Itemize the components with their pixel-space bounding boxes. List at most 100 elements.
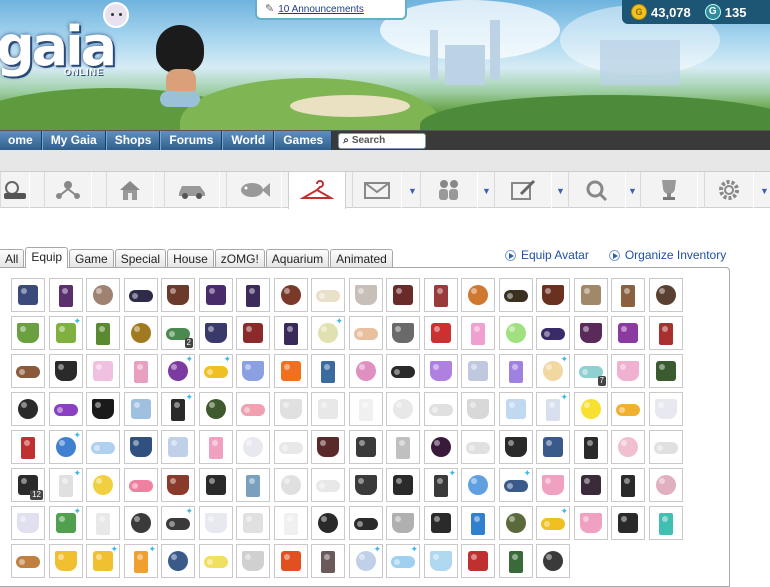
- inventory-item[interactable]: [574, 468, 608, 502]
- inventory-item[interactable]: ✦: [311, 316, 345, 350]
- settings-dropdown-arrow-icon[interactable]: ▼: [760, 186, 769, 196]
- inventory-item[interactable]: [461, 506, 495, 540]
- inventory-item[interactable]: [311, 392, 345, 426]
- inventory-item[interactable]: [536, 430, 570, 464]
- inventory-item[interactable]: ✦: [199, 354, 233, 388]
- inventory-item[interactable]: [386, 316, 420, 350]
- mail-icon[interactable]: [352, 172, 402, 208]
- car-icon[interactable]: [164, 172, 220, 208]
- inventory-item[interactable]: [124, 354, 158, 388]
- inventory-item[interactable]: [349, 392, 383, 426]
- inventory-item[interactable]: [461, 468, 495, 502]
- tab-aquarium[interactable]: Aquarium: [265, 249, 330, 268]
- inventory-item[interactable]: [536, 544, 570, 578]
- inventory-item[interactable]: [274, 430, 308, 464]
- inventory-item[interactable]: [49, 392, 83, 426]
- inventory-item[interactable]: [124, 316, 158, 350]
- tab-house[interactable]: House: [167, 249, 214, 268]
- tab-equip[interactable]: Equip: [25, 247, 69, 268]
- tab-all[interactable]: All: [0, 249, 25, 268]
- search-quest-icon[interactable]: [568, 172, 626, 208]
- inventory-item[interactable]: [611, 392, 645, 426]
- inventory-item[interactable]: [199, 278, 233, 312]
- inventory-item[interactable]: [11, 506, 45, 540]
- inventory-item[interactable]: [574, 430, 608, 464]
- friends-network-icon[interactable]: [44, 172, 92, 208]
- nav-home[interactable]: ome: [0, 130, 42, 151]
- settings-gear-icon[interactable]: [704, 172, 754, 208]
- inventory-item[interactable]: ✦: [161, 392, 195, 426]
- inventory-item[interactable]: [86, 468, 120, 502]
- nav-shops[interactable]: Shops: [105, 130, 161, 151]
- inventory-item[interactable]: [461, 544, 495, 578]
- inventory-item[interactable]: [199, 506, 233, 540]
- inventory-item[interactable]: [311, 430, 345, 464]
- nav-my-gaia[interactable]: My Gaia: [41, 130, 106, 151]
- inventory-item[interactable]: [49, 354, 83, 388]
- inventory-item[interactable]: ✦: [536, 354, 570, 388]
- inventory-item[interactable]: ✦: [86, 544, 120, 578]
- inventory-item[interactable]: [236, 544, 270, 578]
- inventory-item[interactable]: [386, 278, 420, 312]
- inventory-item[interactable]: [236, 354, 270, 388]
- user-avatar[interactable]: [150, 25, 210, 110]
- inventory-item[interactable]: [161, 468, 195, 502]
- inventory-item[interactable]: [611, 354, 645, 388]
- search-input[interactable]: ⌕ Search: [338, 132, 427, 149]
- inventory-item[interactable]: [311, 278, 345, 312]
- inventory-item[interactable]: [11, 544, 45, 578]
- inventory-item[interactable]: [199, 544, 233, 578]
- inventory-item[interactable]: [649, 354, 683, 388]
- tab-zomg[interactable]: zOMG!: [214, 249, 265, 268]
- inventory-item[interactable]: [386, 354, 420, 388]
- house-icon[interactable]: [106, 172, 154, 208]
- inventory-item[interactable]: [161, 430, 195, 464]
- inventory-item[interactable]: [649, 506, 683, 540]
- inventory-item[interactable]: [386, 430, 420, 464]
- inventory-item[interactable]: [424, 506, 458, 540]
- inventory-item[interactable]: [499, 430, 533, 464]
- inventory-item[interactable]: [499, 506, 533, 540]
- inventory-item[interactable]: [461, 354, 495, 388]
- inventory-item[interactable]: 7: [574, 354, 608, 388]
- inventory-item[interactable]: [536, 316, 570, 350]
- inventory-item[interactable]: [86, 354, 120, 388]
- inventory-item[interactable]: [649, 316, 683, 350]
- inventory-item[interactable]: ✦: [536, 392, 570, 426]
- inventory-item[interactable]: [386, 506, 420, 540]
- inventory-item[interactable]: [424, 544, 458, 578]
- inventory-item[interactable]: [236, 430, 270, 464]
- inventory-item[interactable]: ✦: [124, 544, 158, 578]
- inventory-item[interactable]: ✦: [424, 468, 458, 502]
- inventory-item[interactable]: [349, 430, 383, 464]
- inventory-item[interactable]: [274, 392, 308, 426]
- mail-dropdown-arrow-icon[interactable]: ▼: [408, 186, 417, 196]
- inventory-item[interactable]: [124, 278, 158, 312]
- inventory-item[interactable]: [161, 544, 195, 578]
- inventory-item[interactable]: [536, 468, 570, 502]
- nav-games[interactable]: Games: [274, 130, 333, 151]
- inventory-item[interactable]: [611, 468, 645, 502]
- inventory-item[interactable]: [236, 506, 270, 540]
- inventory-item[interactable]: ✦: [161, 506, 195, 540]
- inventory-item[interactable]: [461, 430, 495, 464]
- fish-aquarium-icon[interactable]: [226, 172, 282, 208]
- gaia-logo[interactable]: gaia: [0, 20, 117, 74]
- trophy-icon[interactable]: [640, 172, 698, 208]
- inventory-item[interactable]: ✦: [499, 468, 533, 502]
- inventory-item[interactable]: [86, 430, 120, 464]
- inventory-item[interactable]: [86, 278, 120, 312]
- inventory-item[interactable]: [499, 354, 533, 388]
- inventory-item[interactable]: [86, 506, 120, 540]
- inventory-item[interactable]: [236, 316, 270, 350]
- inventory-item[interactable]: [199, 392, 233, 426]
- inventory-item[interactable]: [311, 544, 345, 578]
- inventory-item[interactable]: 12: [11, 468, 45, 502]
- inventory-item[interactable]: ✦: [49, 430, 83, 464]
- people-icon[interactable]: [420, 172, 478, 208]
- inventory-item[interactable]: [349, 506, 383, 540]
- inventory-item[interactable]: [311, 354, 345, 388]
- inventory-item[interactable]: [11, 392, 45, 426]
- inventory-item[interactable]: [311, 506, 345, 540]
- inventory-item[interactable]: [49, 278, 83, 312]
